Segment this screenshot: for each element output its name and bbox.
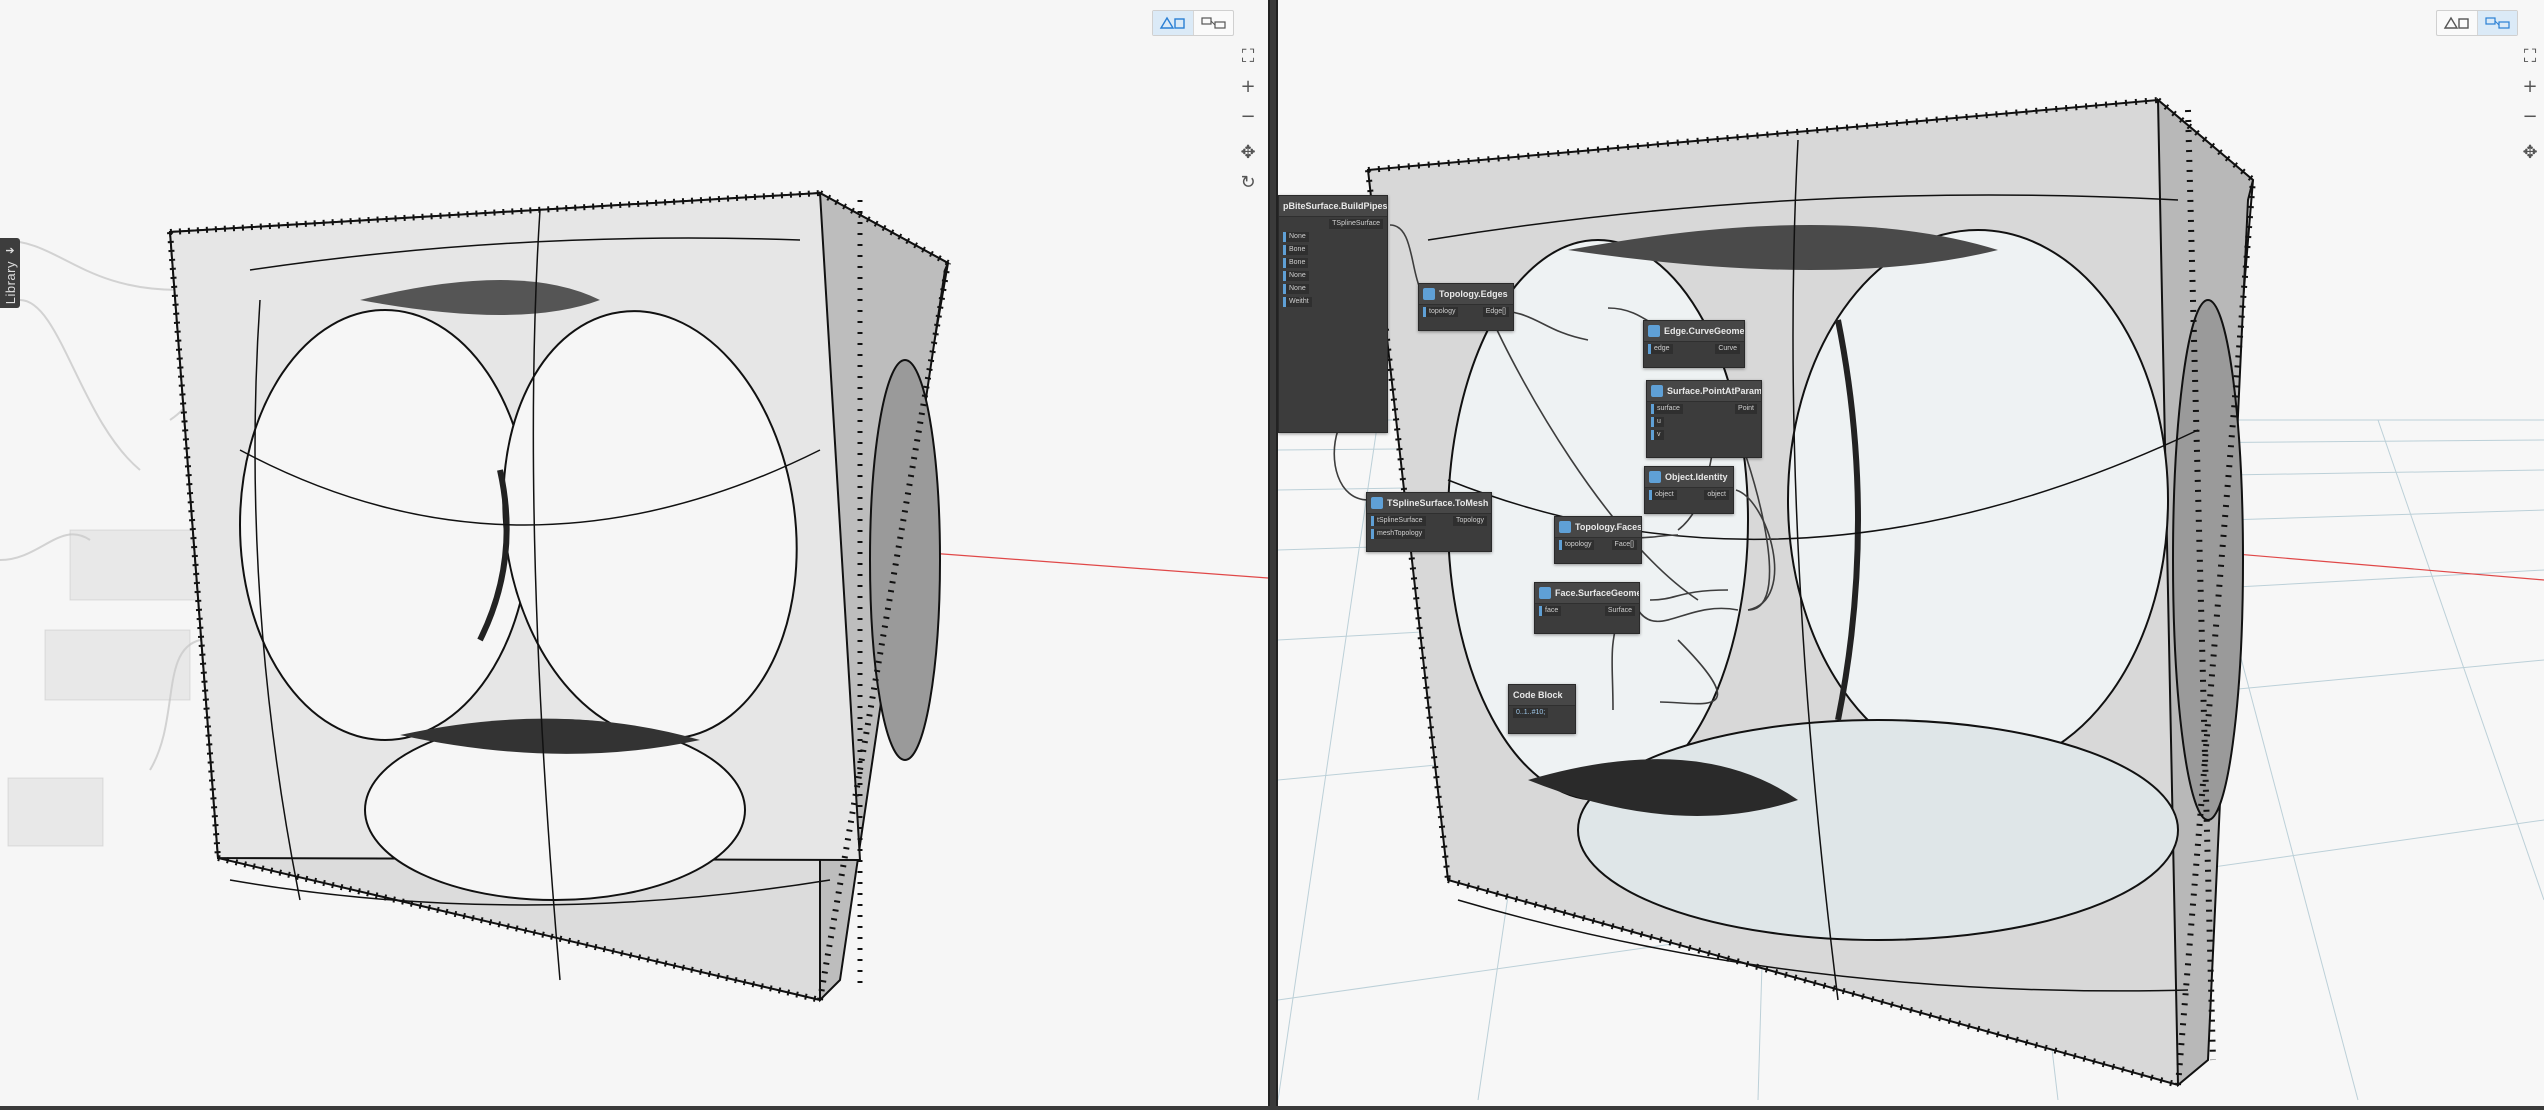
output-port[interactable]: Face[] [1611,539,1637,550]
node-builder[interactable]: pBiteSurface.BuildPipes TSplineSurface N… [1278,195,1388,433]
node-title: pBiteSurface.BuildPipes [1279,196,1387,217]
node-object-identity[interactable]: Object.Identity object object [1644,466,1734,514]
view-toggle [2436,10,2518,36]
output-port[interactable]: Edge[] [1482,306,1509,317]
ghost-node [7,777,104,847]
navigation-tools: ⛶ + − ✥ [2518,46,2542,172]
input-port[interactable]: u [1651,416,1664,427]
node-edge-curvegeometry[interactable]: Edge.CurveGeometry edge Curve [1643,320,1745,368]
zoom-out-icon[interactable]: − [2519,106,2541,128]
view-toggle [1152,10,1234,36]
code-text[interactable]: 0..1..#10; [1513,707,1549,718]
output-port[interactable]: object [1704,489,1729,500]
graph-view-button[interactable] [2477,11,2517,35]
left-3d-scene [0,190,1268,1003]
graph-view-icon [1200,17,1226,29]
node-title: Code Block [1513,690,1563,700]
input-port[interactable]: Weitht [1283,296,1312,307]
node-type-icon [1649,471,1661,483]
node-type-icon [1648,325,1660,337]
input-port[interactable]: None [1283,231,1309,242]
node-title: Surface.PointAtParameter [1667,386,1761,396]
input-port[interactable]: Bone [1283,257,1309,268]
geometry-view-icon [2443,16,2469,29]
input-port[interactable]: None [1283,283,1309,294]
node-type-icon [1539,587,1551,599]
input-port[interactable]: surface [1651,403,1683,414]
zoom-in-icon[interactable]: + [2519,76,2541,98]
output-port[interactable]: Surface [1604,605,1635,616]
node-face-surfacegeometry[interactable]: Face.SurfaceGeometry face Surface [1534,582,1640,634]
tspline-cube [168,191,950,1003]
geometry-view-button[interactable] [1153,11,1193,35]
input-port[interactable]: edge [1648,343,1673,354]
right-3d-scene [1278,97,2544,1101]
node-type-icon [1423,288,1435,300]
pan-icon[interactable]: ✥ [1237,142,1259,164]
right-viewport[interactable]: ➔ Library pBiteSurface.BuildPipes TSplin… [1278,0,2544,1106]
node-topology-faces[interactable]: Topology.Faces topology Face[] [1554,516,1642,564]
input-port[interactable]: face [1539,605,1562,616]
split-divider[interactable] [1268,0,1278,1110]
graph-view-button[interactable] [1193,11,1233,35]
node-title: Edge.CurveGeometry [1664,326,1744,336]
left-viewport[interactable]: ➔ Library ⛶ + − ✥ ↻ [0,0,1268,1106]
geometry-view-icon [1159,16,1185,29]
node-title: TSplineSurface.ToMesh [1387,498,1489,508]
input-port[interactable]: topology [1423,306,1459,317]
node-topology-edges[interactable]: Topology.Edges topology Edge[] [1418,283,1514,331]
output-port[interactable]: TSplineSurface [1329,218,1383,229]
input-port[interactable]: Bone [1283,244,1309,255]
output-port[interactable]: Curve [1715,343,1740,354]
fit-view-icon[interactable]: ⛶ [1237,46,1259,68]
input-port[interactable]: v [1651,429,1664,440]
status-bar [0,1106,2544,1110]
library-tab[interactable]: ➔ Library [0,238,20,308]
zoom-in-icon[interactable]: + [1237,76,1259,98]
orbit-icon[interactable]: ↻ [1237,172,1259,194]
node-title: Topology.Faces [1575,522,1641,532]
input-port[interactable]: tSplineSurface [1371,515,1426,526]
node-title: Object.Identity [1665,472,1728,482]
ghost-node [69,529,206,601]
graph-view-icon [2484,17,2510,29]
ghost-node [44,629,191,701]
node-surface-pointatparameter[interactable]: Surface.PointAtParameter surfacePoint u … [1646,380,1762,458]
library-label: Library [2,261,18,305]
geometry-view-button[interactable] [2437,11,2477,35]
node-title: Topology.Edges [1439,289,1508,299]
output-port[interactable]: Topology [1452,515,1487,526]
arrow-right-icon: ➔ [5,245,15,257]
node-type-icon [1651,385,1663,397]
input-port[interactable]: object [1649,489,1677,500]
tspline-cube [1366,97,2255,1088]
navigation-tools: ⛶ + − ✥ ↻ [1236,46,1260,202]
input-port[interactable]: meshTopology [1371,528,1426,539]
node-type-icon [1371,497,1383,509]
node-title: Face.SurfaceGeometry [1555,588,1639,598]
node-tsplinesurface-tomesh[interactable]: TSplineSurface.ToMesh tSplineSurface Topo… [1366,492,1492,552]
fit-view-icon[interactable]: ⛶ [2519,46,2541,68]
output-port[interactable]: Point [1735,403,1757,414]
node-type-icon [1559,521,1571,533]
input-port[interactable]: topology [1559,539,1595,550]
zoom-out-icon[interactable]: − [1237,106,1259,128]
node-code-block[interactable]: Code Block 0..1..#10; [1508,684,1576,734]
input-port[interactable]: None [1283,270,1309,281]
pan-icon[interactable]: ✥ [2519,142,2541,164]
